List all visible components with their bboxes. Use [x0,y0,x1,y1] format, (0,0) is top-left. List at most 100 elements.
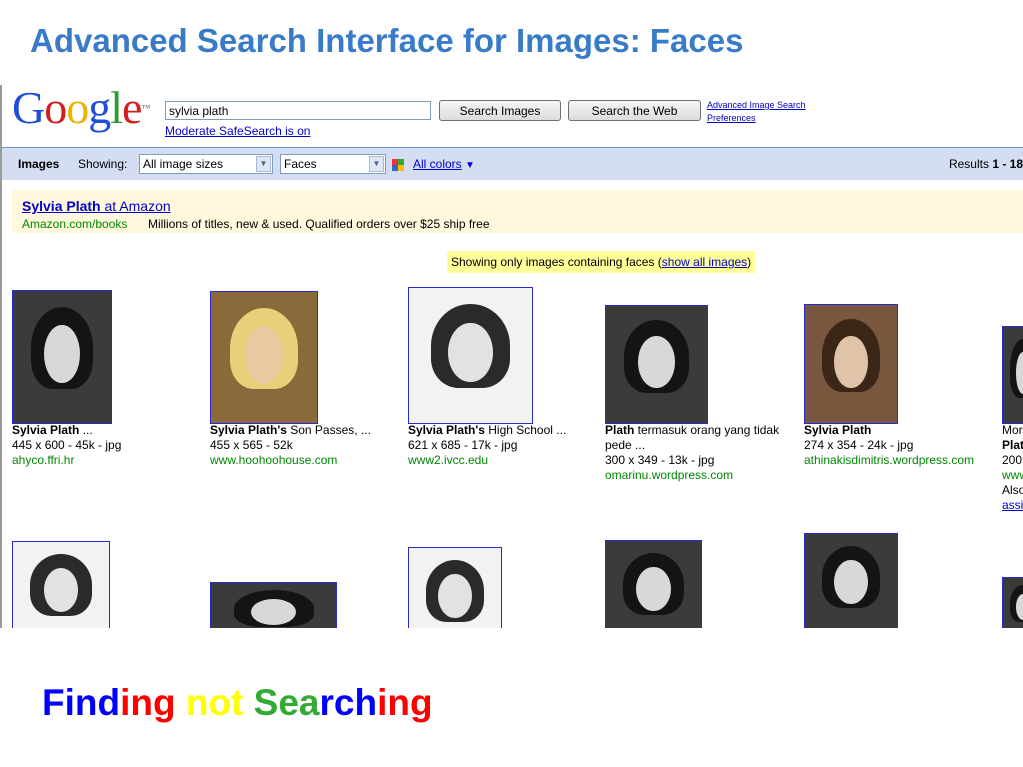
result-thumbnail[interactable] [408,547,502,628]
finding-not-searching-text: Finding not Searching [42,682,433,724]
result-url: ahyco.ffri.hr [12,453,75,467]
ad-url: Amazon.com/books [22,217,128,231]
advanced-image-search-link[interactable]: Advanced Image Search [707,100,806,110]
chevron-down-icon: ▼ [256,156,271,172]
result-thumbnail[interactable] [605,305,708,424]
result-meta: 200 [1002,453,1023,467]
show-all-images-link[interactable]: show all images [662,255,747,269]
result-meta: 445 x 600 - 45k - jpg [12,438,122,452]
preferences-link[interactable]: Preferences [707,113,756,123]
result-thumbnail[interactable] [210,291,318,424]
search-web-button[interactable]: Search the Web [568,100,701,121]
bottom-text-part: Find [42,682,121,723]
ad-description: Millions of titles, new & used. Qualifie… [148,217,490,231]
logo-letter: e [122,85,142,133]
search-images-button[interactable]: Search Images [439,100,561,121]
result-thumbnail[interactable] [804,304,898,424]
bottom-text-part [243,682,253,723]
result-url: www [1002,468,1023,482]
result-title[interactable]: Plath termasuk orang yang tidak [605,423,795,438]
portrait-face [834,335,868,388]
result-link[interactable]: assi [1002,498,1023,513]
slide-title: Advanced Search Interface for Images: Fa… [30,22,744,59]
search-input[interactable] [165,101,431,120]
filter-bar: Images Showing: All image sizes ▼ Faces … [2,147,1023,180]
ad-title-link[interactable]: Sylvia Plath at Amazon [22,198,171,214]
result-title-cont[interactable]: pede ... [605,438,795,453]
result-thumbnail[interactable] [12,290,112,424]
result-thumbnail[interactable] [210,582,337,628]
result-thumbnail[interactable] [605,540,702,628]
result-url: athinakisdimitris.wordpress.com [804,453,975,467]
bottom-text-part: Sea [253,682,320,723]
portrait-face [438,574,472,618]
image-type-value: Faces [284,157,317,171]
logo-letter: g [88,85,111,133]
dropdown-arrow-icon: ▼ [465,160,475,171]
bottom-text-part: not [185,682,244,723]
bottom-text-part [176,682,186,723]
result-title-cont[interactable]: Plat [1002,438,1023,453]
portrait-face [251,598,296,625]
chevron-down-icon: ▼ [369,156,384,172]
faces-notice-text: Showing only images containing faces ( [451,255,662,269]
result-caption: Sylvia Plath's Son Passes, ... 455 x 565 … [210,423,400,468]
result-caption: Sylvia Plath ... 445 x 600 - 45k - jpg ahy… [12,423,202,468]
result-url: www.hoohoohouse.com [210,453,338,467]
results-range: 1 - 18 [992,157,1023,171]
ad-title-rest: at Amazon [100,198,171,214]
result-url: www2.ivcc.edu [408,453,489,467]
result-thumbnail[interactable] [408,287,533,424]
logo-letter: o [44,85,67,133]
result-caption: Sylvia Plath's High School ... 621 x 685 … [408,423,598,468]
four-color-squares-icon [392,159,404,171]
result-title[interactable]: Sylvia Plath's High School ... [408,423,598,438]
logo-letter: o [66,85,89,133]
result-url: omarinu.wordpress.com [605,468,734,482]
portrait-face [448,323,493,383]
result-title[interactable]: Sylvia Plath [804,423,994,438]
sponsored-ad: Sylvia Plath at Amazon Amazon.com/books … [12,190,1023,233]
faces-notice-close: ) [747,255,752,269]
bottom-text-part: i [120,682,131,723]
all-colors-link[interactable]: All colors ▼ [413,157,475,171]
all-colors-label: All colors [413,157,462,171]
portrait-face [244,326,284,384]
result-meta: 621 x 685 - 17k - jpg [408,438,518,452]
result-caption: Sylvia Plath 274 x 354 - 24k - jpg athinak… [804,423,994,468]
result-meta: 274 x 354 - 24k - jpg [804,438,914,452]
result-thumbnail[interactable] [1002,326,1023,424]
result-title[interactable]: Sylvia Plath's Son Passes, ... [210,423,400,438]
logo-letter: l [110,85,123,133]
bottom-text-part: rch [319,682,378,723]
portrait-face [43,568,79,612]
result-extra: Also [1002,483,1023,497]
portrait-face [834,560,868,604]
results-count: Results 1 - 18 [949,157,1023,171]
image-size-value: All image sizes [143,157,224,171]
result-caption: Plath termasuk orang yang tidak pede ... 3… [605,423,795,483]
result-title[interactable]: Mor [1002,423,1023,438]
result-thumbnail[interactable] [1002,577,1023,628]
bottom-text-part: ng [130,682,176,723]
portrait-face [44,325,80,384]
google-logo[interactable]: Google™ [12,85,150,133]
portrait-face [638,336,675,388]
result-thumbnail[interactable] [804,533,898,628]
results-prefix: Results [948,157,993,171]
image-size-select[interactable]: All image sizes ▼ [139,154,273,174]
portrait-face [636,567,671,611]
bottom-text-part: ing [377,682,433,723]
result-title[interactable]: Sylvia Plath ... [12,423,202,438]
faces-notice: Showing only images containing faces (sh… [447,251,756,273]
ad-title-bold: Sylvia Plath [22,198,101,214]
browser-screenshot: Google™ Search Images Search the Web Mod… [0,85,1023,628]
showing-label: Showing: [78,157,128,171]
images-label: Images [18,157,60,171]
trademark-mark: ™ [141,103,150,113]
safesearch-link[interactable]: Moderate SafeSearch is on [165,124,310,138]
result-thumbnail[interactable] [12,541,110,628]
result-meta: 300 x 349 - 13k - jpg [605,453,715,467]
logo-letter: G [12,85,45,133]
image-type-select[interactable]: Faces ▼ [280,154,386,174]
